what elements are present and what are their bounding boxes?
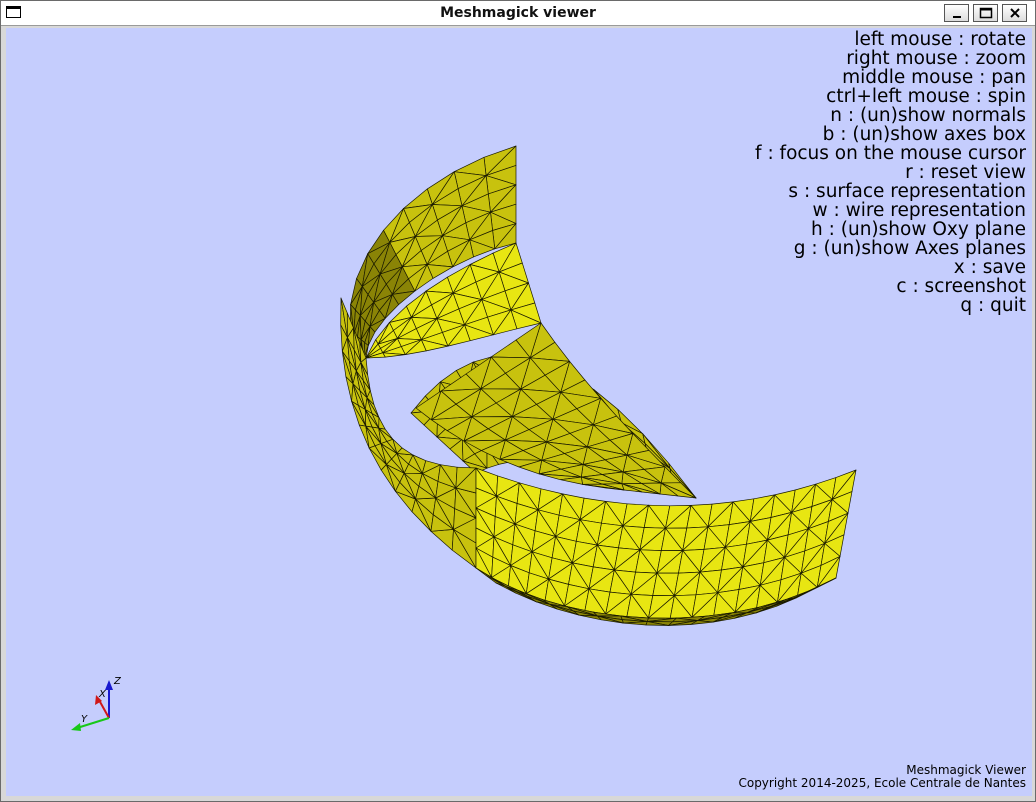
help-line: left mouse : rotate <box>854 29 1026 50</box>
help-line: right mouse : zoom <box>846 48 1026 69</box>
z-axis-label: Z <box>113 676 122 687</box>
minimize-icon <box>952 16 961 18</box>
help-line: b : (un)show axes box <box>822 124 1026 145</box>
y-axis-label: Y <box>81 714 88 725</box>
title-bar[interactable]: Meshmagick viewer <box>1 1 1035 26</box>
help-line: x : save <box>953 257 1026 278</box>
keyboard-help-overlay: left mouse : rotate right mouse : zoom mid… <box>755 30 1026 315</box>
orientation-axes-icon: Z X Y <box>71 676 122 731</box>
3d-viewport[interactable]: left mouse : rotate right mouse : zoom mid… <box>6 28 1032 796</box>
help-line: w : wire representation <box>812 200 1026 221</box>
app-window: Meshmagick viewer left mouse : rotate rig… <box>0 0 1036 802</box>
footer-credits: Meshmagick Viewer Copyright 2014-2025, E… <box>738 764 1026 790</box>
help-line: middle mouse : pan <box>842 67 1026 88</box>
help-line: ctrl+left mouse : spin <box>826 86 1026 107</box>
help-line: n : (un)show normals <box>830 105 1026 126</box>
help-line: s : surface representation <box>788 181 1026 202</box>
footer-copyright: Copyright 2014-2025, Ecole Centrale de N… <box>738 776 1026 790</box>
help-line: c : screenshot <box>896 276 1026 297</box>
x-axis-label: X <box>98 689 107 700</box>
help-line: g : (un)show Axes planes <box>793 238 1026 259</box>
close-button[interactable] <box>1002 4 1027 22</box>
help-line: r : reset view <box>905 162 1026 183</box>
y-axis-arrow <box>71 723 81 731</box>
help-line: f : focus on the mouse cursor <box>755 143 1026 164</box>
z-axis-arrow <box>105 680 113 690</box>
maximize-icon <box>979 7 992 19</box>
x-axis <box>98 699 110 719</box>
minimize-button[interactable] <box>944 4 969 22</box>
maximize-button[interactable] <box>973 4 998 22</box>
help-line: q : quit <box>960 295 1026 316</box>
help-line: h : (un)show Oxy plane <box>811 219 1026 240</box>
window-title: Meshmagick viewer <box>440 5 596 21</box>
close-icon <box>1009 8 1020 18</box>
